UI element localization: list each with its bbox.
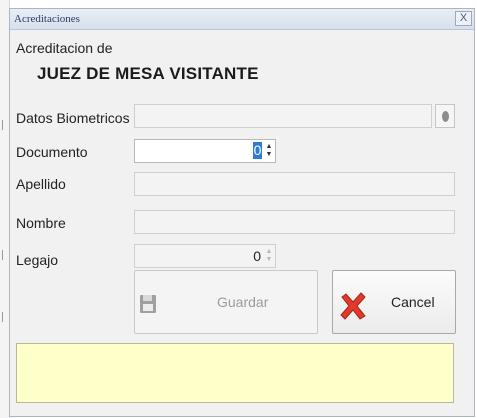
- biometric-field[interactable]: [134, 104, 432, 128]
- surname-field[interactable]: [134, 172, 455, 196]
- legajo-input[interactable]: 0 ▲ ▼: [134, 244, 276, 268]
- biometric-label: Datos Biometricos: [16, 110, 130, 126]
- message-area: [16, 343, 454, 403]
- save-button[interactable]: Guardar: [134, 270, 318, 334]
- accreditation-subtitle: Acreditacion de: [16, 40, 113, 56]
- document-label: Documento: [16, 144, 88, 160]
- legajo-spinner[interactable]: ▲ ▼: [265, 248, 273, 264]
- surname-label: Apellido: [16, 176, 66, 192]
- red-x-icon: [340, 292, 366, 320]
- save-button-label: Guardar: [217, 294, 269, 310]
- legajo-value: 0: [253, 248, 261, 264]
- background-tick: [2, 312, 3, 322]
- close-button[interactable]: X: [455, 11, 472, 26]
- window-title: Acreditaciones: [14, 13, 80, 25]
- fingerprint-button[interactable]: [435, 104, 455, 128]
- cancel-button[interactable]: Cancel: [332, 270, 456, 334]
- name-field[interactable]: [134, 210, 455, 234]
- background-tick: [2, 120, 3, 130]
- cancel-button-label: Cancel: [391, 294, 435, 310]
- document-spinner[interactable]: ▲ ▼: [265, 143, 273, 159]
- role-title: JUEZ DE MESA VISITANTE: [37, 64, 259, 83]
- name-label: Nombre: [16, 215, 66, 231]
- document-input[interactable]: 0 ▲ ▼: [134, 139, 276, 163]
- background-tick: [2, 250, 3, 260]
- title-bar[interactable]: Acreditaciones X: [10, 9, 474, 30]
- legajo-label: Legajo: [16, 252, 59, 268]
- document-value: 0: [253, 142, 262, 159]
- fingerprint-icon: [442, 111, 449, 122]
- floppy-disk-icon: [140, 295, 156, 313]
